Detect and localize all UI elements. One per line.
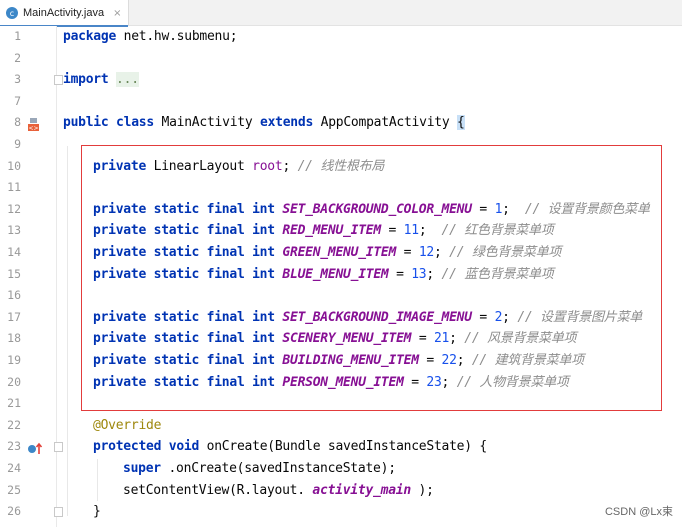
- code-line[interactable]: 2: [0, 48, 682, 70]
- line-number: 23: [7, 439, 21, 454]
- code-line[interactable]: 1 package net.hw.submenu;: [0, 26, 682, 48]
- close-icon[interactable]: ×: [113, 8, 121, 19]
- line-number: 19: [7, 353, 21, 367]
- code-token: .onCreate(savedInstanceState);: [168, 461, 396, 476]
- code-token: ...: [116, 72, 139, 88]
- code-text: protected void onCreate(Bundle savedInst…: [93, 436, 487, 458]
- line-number: 14: [7, 245, 21, 259]
- code-token: );: [418, 482, 434, 498]
- line-number: 7: [14, 93, 21, 108]
- code-keyword: super: [123, 461, 161, 476]
- line-number: 21: [7, 396, 21, 411]
- code-line[interactable]: 3 import ...: [0, 69, 682, 91]
- code-line[interactable]: 23 protected void onCreate(Bundle savedIn…: [0, 436, 682, 458]
- code-token: {: [457, 115, 465, 131]
- code-keyword: import: [63, 72, 109, 88]
- line-number: 12: [7, 201, 21, 216]
- code-token: AppCompatActivity: [320, 115, 450, 131]
- watermark: CSDN @Lx束: [604, 506, 673, 518]
- code-token: setContentView(R.layout.: [123, 482, 305, 498]
- code-token: net.hw.submenu;: [123, 29, 238, 44]
- code-token: MainActivity: [161, 115, 253, 131]
- code-line[interactable]: 7: [0, 91, 682, 113]
- line-number: 20: [7, 374, 21, 389]
- line-number: 26: [7, 504, 21, 519]
- fold-toggle-icon[interactable]: [54, 507, 63, 518]
- line-number: 2: [14, 50, 21, 65]
- code-line[interactable]: 24 super .onCreate(savedInstanceState);: [0, 458, 682, 480]
- code-keyword: public class: [63, 115, 154, 131]
- code-token: @Override: [93, 417, 162, 433]
- code-keyword: extends: [260, 115, 314, 131]
- line-number: 24: [7, 461, 21, 475]
- code-line[interactable]: 8 public class MainActivity extends AppCo…: [0, 112, 682, 134]
- line-number: 9: [14, 137, 21, 151]
- code-text: package net.hw.submenu;: [63, 26, 238, 48]
- code-text: }: [93, 501, 101, 523]
- fold-toggle-icon[interactable]: [54, 75, 63, 86]
- line-number: 13: [7, 223, 21, 238]
- line-number: 17: [7, 309, 21, 324]
- code-text: @Override: [93, 415, 161, 437]
- line-number: 25: [7, 482, 21, 497]
- code-text: import ...: [63, 69, 139, 91]
- code-keyword: package: [63, 29, 117, 44]
- line-number: 10: [7, 158, 21, 173]
- code-token: onCreate(Bundle savedInstanceState) {: [206, 439, 488, 455]
- line-number: 16: [7, 288, 21, 303]
- line-number: 15: [7, 266, 21, 281]
- code-token: }: [93, 504, 101, 520]
- line-number: 8: [14, 115, 21, 130]
- tab-mainactivity-java[interactable]: c MainActivity.java ×: [0, 0, 129, 27]
- fold-toggle-icon[interactable]: [54, 442, 63, 453]
- code-line[interactable]: 26}: [0, 501, 682, 523]
- code-line[interactable]: 25 setContentView(R.layout. activity_main…: [0, 480, 682, 502]
- highlight-box: [81, 145, 662, 411]
- code-token: activity_main: [312, 482, 411, 498]
- tab-filename: MainActivity.java: [23, 7, 105, 19]
- code-text: public class MainActivity extends AppCom…: [63, 112, 465, 134]
- java-class-icon: c: [6, 7, 18, 19]
- code-keyword: protected void: [93, 439, 200, 455]
- code-line[interactable]: 22 @Override: [0, 415, 682, 437]
- code-text: setContentView(R.layout. activity_main )…: [123, 480, 434, 502]
- code-text: super .onCreate(savedInstanceState);: [123, 458, 396, 480]
- line-number: 3: [14, 72, 21, 87]
- line-number: 18: [7, 331, 21, 346]
- editor-tab-bar: c MainActivity.java ×: [0, 0, 682, 27]
- line-number: 22: [7, 417, 21, 432]
- line-number: 1: [14, 29, 21, 43]
- line-number: 11: [7, 180, 21, 195]
